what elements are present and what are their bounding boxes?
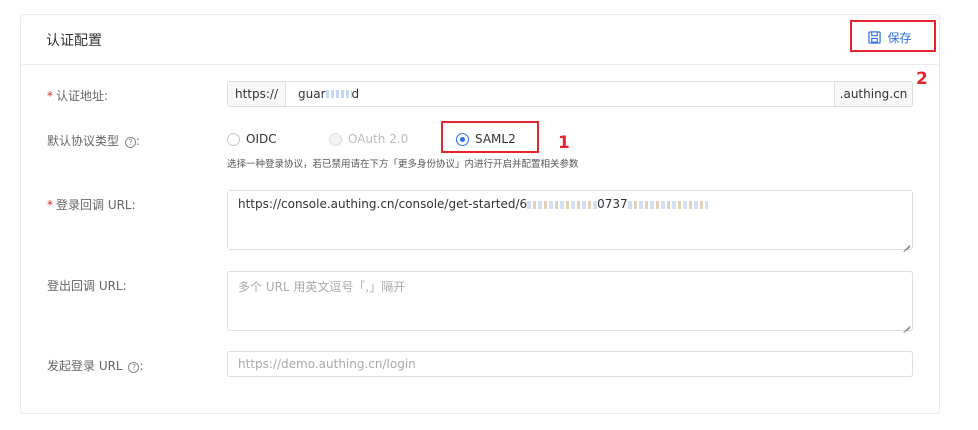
help-icon[interactable]: ? [128, 362, 140, 373]
masked-text [627, 200, 708, 209]
login-callback-label: * 登录回调 URL: [47, 198, 136, 212]
masked-text [325, 90, 352, 98]
auth-config-card: 认证配置 保存 * 认证地址: https:// guar d .authing.c… [20, 14, 940, 414]
resize-handle[interactable] [902, 239, 910, 247]
auth-address-label: * 认证地址: [47, 89, 109, 103]
masked-text [527, 200, 598, 209]
logout-callback-placeholder: 多个 URL 用英文逗号「,」隔开 [238, 280, 406, 294]
auth-address-suffix: .authing.cn [834, 82, 912, 106]
protocol-label: 默认协议类型 ?: [47, 134, 140, 148]
callout-box-save [850, 20, 936, 52]
protocol-hint: 选择一种登录协议，若已禁用请在下方「更多身份协议」内进行开启并配置相关参数 [227, 159, 579, 170]
auth-address-prefix: https:// [228, 82, 286, 106]
initiate-login-placeholder: https://demo.authing.cn/login [238, 357, 416, 371]
radio-circle [329, 132, 342, 146]
card-header: 认证配置 保存 [21, 15, 939, 65]
auth-address-input[interactable]: guar d [286, 82, 834, 106]
login-callback-textarea[interactable]: https://console.authing.cn/console/get-s… [227, 190, 913, 250]
required-mark: * [47, 89, 53, 103]
radio-oauth2: OAuth 2.0 [329, 132, 408, 146]
help-icon[interactable]: ? [124, 137, 136, 148]
radio-oidc[interactable]: OIDC [227, 132, 277, 146]
required-mark: * [47, 198, 53, 212]
logout-callback-textarea[interactable]: 多个 URL 用英文逗号「,」隔开 [227, 271, 913, 331]
logout-callback-label: 登出回调 URL: [47, 279, 127, 293]
callout-number-1: 1 [558, 133, 570, 153]
initiate-login-label: 发起登录 URL ?: [47, 359, 144, 373]
initiate-login-input[interactable]: https://demo.authing.cn/login [227, 351, 913, 377]
resize-handle[interactable] [902, 320, 910, 328]
card-title: 认证配置 [46, 33, 102, 49]
auth-address-input-group: https:// guar d .authing.cn [227, 81, 913, 107]
radio-circle [227, 132, 240, 146]
callout-number-2: 2 [916, 69, 928, 89]
callout-box-saml2 [441, 121, 539, 153]
